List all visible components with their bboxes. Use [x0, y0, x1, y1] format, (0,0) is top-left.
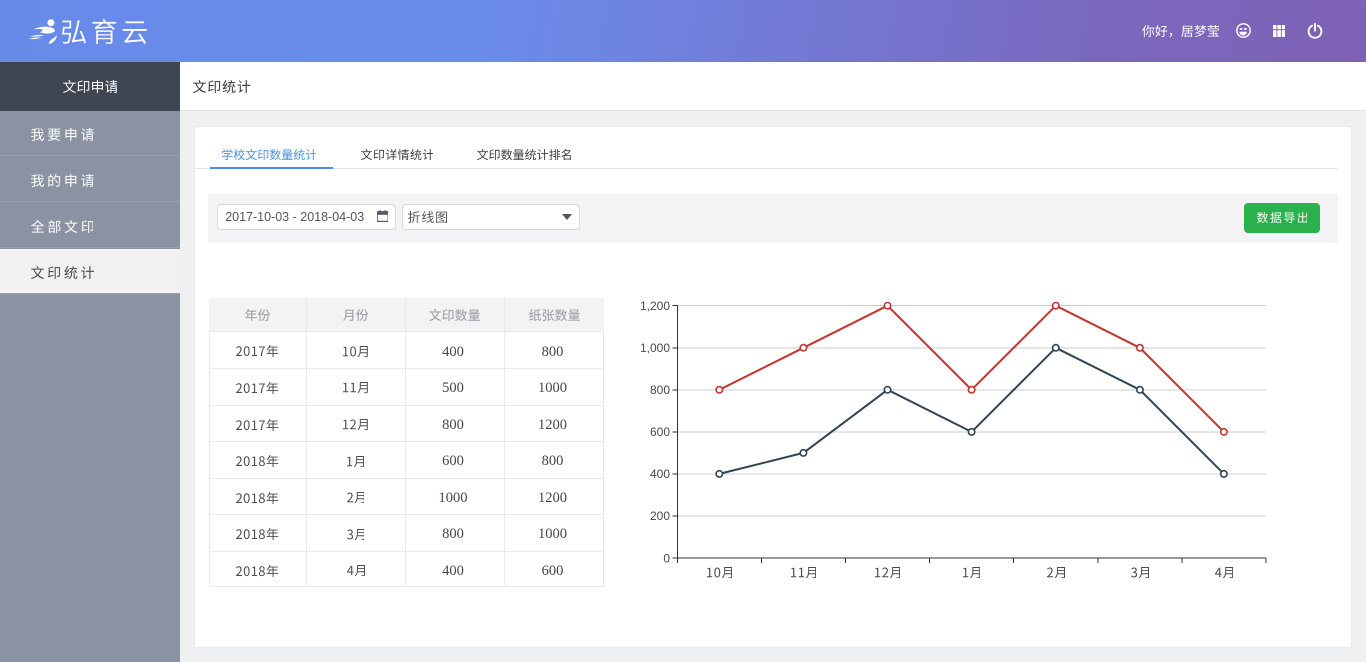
svg-text:400: 400 — [650, 467, 670, 481]
svg-text:800: 800 — [650, 383, 670, 397]
svg-text:1,000: 1,000 — [640, 341, 670, 355]
svg-text:0: 0 — [663, 551, 670, 565]
svg-text:1,200: 1,200 — [640, 299, 670, 313]
svg-text:600: 600 — [650, 425, 670, 439]
svg-text:200: 200 — [650, 509, 670, 523]
